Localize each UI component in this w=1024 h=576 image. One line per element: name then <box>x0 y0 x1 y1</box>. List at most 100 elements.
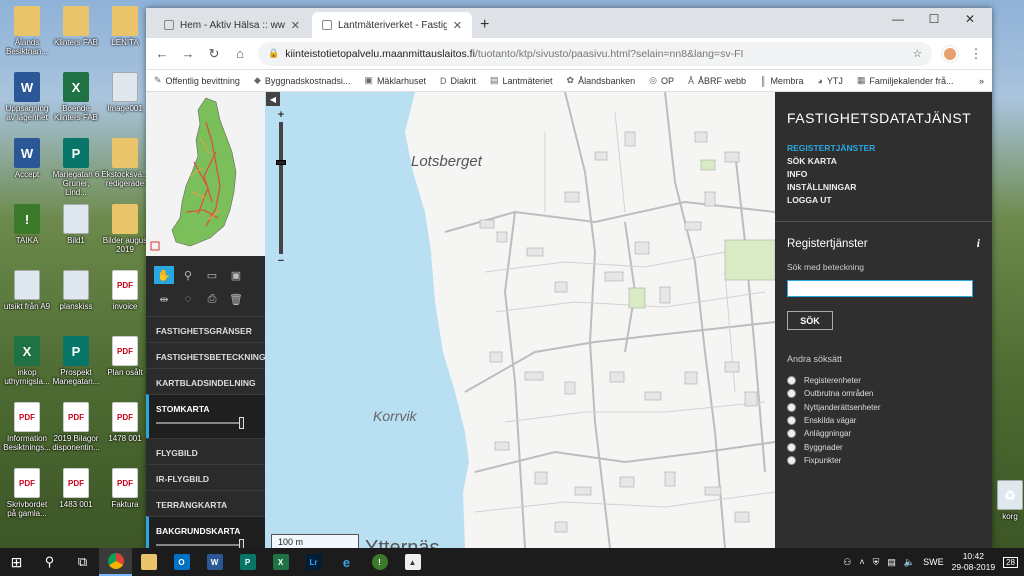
layer-item[interactable]: STOMKARTA <box>146 394 265 438</box>
overview-minimap[interactable] <box>146 92 265 256</box>
search-method-radio[interactable]: Outbrutna områden <box>787 387 980 400</box>
desktop-icon[interactable]: Klinters FAB <box>51 6 101 47</box>
pin-icon[interactable]: ⚲ <box>178 266 198 284</box>
address-bar[interactable]: 🔒 kiinteistotietopalvelu.maanmittauslait… <box>258 41 932 66</box>
collapse-panel-button[interactable]: ◀ <box>266 92 280 106</box>
show-hidden-icons[interactable]: ˄ <box>859 557 864 567</box>
bookmark-item[interactable]: D Diakrit <box>440 76 476 86</box>
desktop-icon[interactable]: PDF 2019 Bilagor disponentin... <box>51 402 101 452</box>
layer-item[interactable]: BAKGRUNDSKARTA <box>146 516 265 548</box>
antivirus-icon[interactable]: ⛨ <box>873 557 880 568</box>
taskbar-chrome[interactable] <box>99 548 132 576</box>
desktop-icon[interactable]: PDF Skrivbordet på gamla... <box>2 468 52 518</box>
desktop-icon[interactable]: PDF Faktura <box>100 468 150 509</box>
move-arrows-icon[interactable]: ⇹ <box>154 290 174 308</box>
minimize-button[interactable]: — <box>884 12 912 26</box>
bookmark-item[interactable]: ▦ Familjekalender frå... <box>857 75 954 86</box>
search-method-radio[interactable]: Anläggningar <box>787 427 980 440</box>
radio-button-icon[interactable] <box>787 402 796 412</box>
new-tab-button[interactable]: + <box>480 16 489 34</box>
trash-icon[interactable]: 🗑 <box>226 290 246 308</box>
taskbar-excel[interactable]: X <box>264 548 297 576</box>
layer-item[interactable]: IR-FLYGBILD <box>146 464 265 490</box>
desktop-icon[interactable]: Image001 <box>100 72 150 113</box>
menu-kebab-icon[interactable]: ⋮ <box>968 46 984 62</box>
tab-aktiv-halsa[interactable]: Hem - Aktiv Hälsa :: www.aland. ✕ <box>154 12 310 38</box>
desktop-icon[interactable]: Ålands Besiktnan... <box>2 6 52 56</box>
window-icon[interactable]: ▣ <box>226 266 246 284</box>
forward-button[interactable]: → <box>180 46 196 61</box>
desktop-icon[interactable]: PDF 1483 001 <box>51 468 101 509</box>
network-icon[interactable]: ▤ <box>887 557 896 568</box>
layer-item[interactable]: FLYGBILD <box>146 438 265 464</box>
taskbar-lightroom[interactable]: Lr <box>297 548 330 576</box>
taskbar-ie[interactable]: e <box>330 548 363 576</box>
tab-lantmateriverket[interactable]: Lantmäteriverket - Fastighetsdat ✕ <box>312 12 472 38</box>
radio-button-icon[interactable] <box>787 455 796 465</box>
desktop-icon[interactable]: X Boende Klinters FAB <box>51 72 101 122</box>
info-icon[interactable]: i <box>977 238 980 250</box>
desktop-icon[interactable]: W Accept <box>2 138 52 179</box>
taskbar-taika[interactable]: ! <box>363 548 396 576</box>
print-icon[interactable]: ⎙ <box>202 290 222 308</box>
desktop-icon[interactable]: P Mariegatan 6 Gruner, Lind... <box>51 138 101 197</box>
desktop-icon[interactable]: ! TAIKA <box>2 204 52 245</box>
radio-button-icon[interactable] <box>787 376 796 386</box>
map-canvas[interactable]: Lotsberget Korrvik Ytternäs ◀ + − 100 m <box>265 92 775 548</box>
panel-menu-item[interactable]: INFO <box>787 168 980 181</box>
people-icon[interactable]: ⚇ <box>843 557 851 568</box>
slider-knob[interactable] <box>239 417 244 429</box>
search-method-radio[interactable]: Enskilda vägar <box>787 414 980 427</box>
panel-menu-item[interactable]: REGISTERTJÄNSTER <box>787 142 980 155</box>
layer-opacity-slider[interactable] <box>156 539 244 548</box>
desktop-icon[interactable]: P Prospekt Manegatan... <box>51 336 101 386</box>
clock[interactable]: 10:42 29-08-2019 <box>952 551 995 573</box>
radio-button-icon[interactable] <box>787 389 796 399</box>
notification-center-button[interactable]: 28 <box>1003 556 1018 568</box>
zoom-out-button[interactable]: − <box>275 256 287 267</box>
zoom-in-button[interactable]: + <box>275 110 287 121</box>
search-method-radio[interactable]: Fixpunkter <box>787 454 980 467</box>
search-method-radio[interactable]: Nyttjanderättsenheter <box>787 401 980 414</box>
language-indicator[interactable]: SWE <box>923 557 944 567</box>
layer-item[interactable]: TERRÄNGKARTA <box>146 490 265 516</box>
volume-icon[interactable]: 🔈 <box>904 557 915 568</box>
bookmark-item[interactable]: ◎ OP <box>649 75 674 86</box>
reload-button[interactable]: ↻ <box>206 46 222 62</box>
desktop-icon[interactable]: utsikt från A9 <box>2 270 52 311</box>
desktop-icon[interactable]: PDF Plan osålt <box>100 336 150 377</box>
desktop-icon[interactable]: PDF 1478 001 <box>100 402 150 443</box>
taskbar-explorer[interactable] <box>132 548 165 576</box>
search-method-radio[interactable]: Byggnader <box>787 440 980 453</box>
bookmark-item[interactable]: Å ÅBRF webb <box>688 76 746 86</box>
layer-item[interactable]: FASTIGHETSBETECKNINGAR <box>146 342 265 368</box>
desktop-icon[interactable]: Ekstocksvä... redigerade <box>100 138 150 188</box>
desktop-icon[interactable]: Xinkop uthyrnigsla... <box>2 336 52 386</box>
back-button[interactable]: ← <box>154 46 170 61</box>
panel-menu-item[interactable]: INSTÄLLNINGAR <box>787 181 980 194</box>
radio-button-icon[interactable] <box>787 442 796 452</box>
more-bookmarks-button[interactable]: » <box>979 76 984 86</box>
measure-ruler-icon[interactable]: ▭ <box>202 266 222 284</box>
profile-avatar[interactable] <box>942 45 958 62</box>
bookmark-item[interactable]: ✿ Ålandsbanken <box>567 75 636 86</box>
bookmark-item[interactable]: ◆ Byggnadskostnadsi... <box>254 75 350 86</box>
panel-menu-item[interactable]: SÖK KARTA <box>787 155 980 168</box>
desktop-icon[interactable]: planskiss <box>51 270 101 311</box>
radio-button-icon[interactable] <box>787 429 796 439</box>
identifier-search-input[interactable] <box>787 279 973 297</box>
tab-close-icon[interactable]: ✕ <box>291 19 300 32</box>
desktop-icon[interactable]: LENITA <box>100 6 150 47</box>
bookmark-item[interactable]: ◕ YTJ <box>817 76 842 86</box>
bookmark-item[interactable]: ▣ Mäklarhuset <box>364 75 426 86</box>
taskbar-word[interactable]: W <box>198 548 231 576</box>
home-button[interactable]: ⌂ <box>232 46 248 61</box>
search-taskbar-button[interactable]: ⚲ <box>33 548 66 576</box>
radio-button-icon[interactable] <box>787 416 796 426</box>
bookmark-star-icon[interactable]: ☆ <box>913 48 922 60</box>
close-window-button[interactable]: ✕ <box>956 12 984 26</box>
desktop-icon[interactable]: PDF invoice <box>100 270 150 311</box>
panel-menu-item[interactable]: LOGGA UT <box>787 194 980 207</box>
bookmark-item[interactable]: ▤ Lantmäteriet <box>490 75 553 86</box>
desktop-icon[interactable]: Bilder augus 2019 <box>100 204 150 254</box>
